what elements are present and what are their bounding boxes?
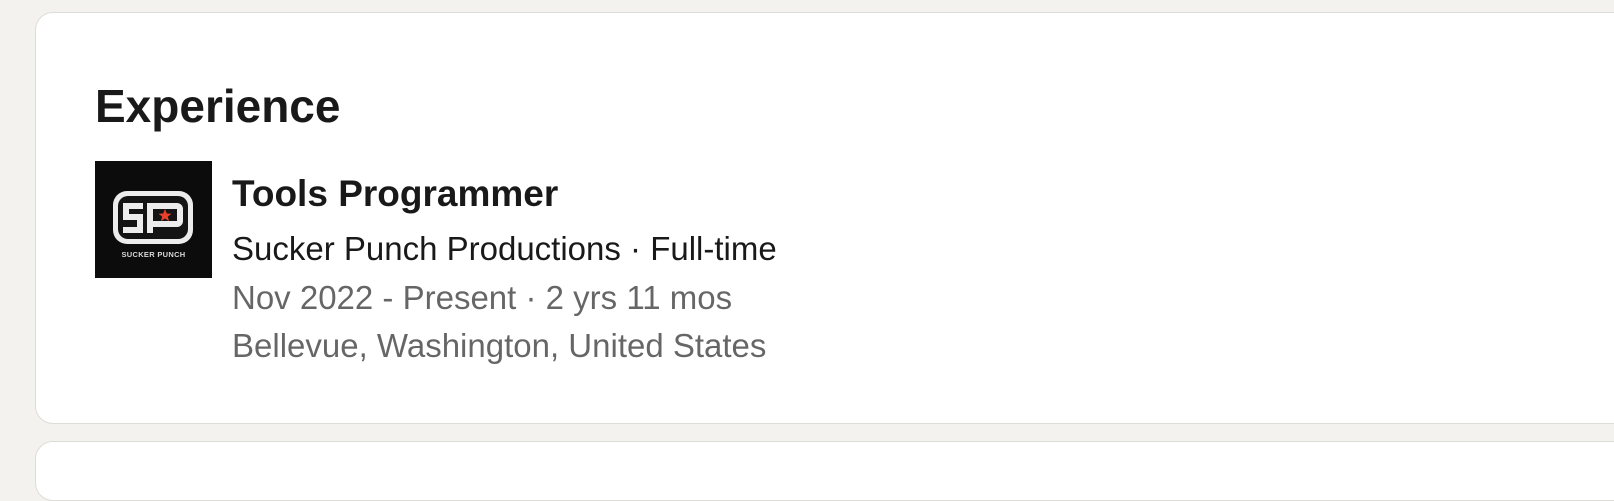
experience-details: Tools Programmer Sucker Punch Production… <box>232 167 777 368</box>
separator: · <box>620 230 651 267</box>
employment-type: Full-time <box>650 230 777 267</box>
job-title[interactable]: Tools Programmer <box>232 171 777 217</box>
date-range: Nov 2022 - Present <box>232 279 517 316</box>
company-logo[interactable]: SUCKER PUNCH <box>95 161 212 278</box>
logo-caption: SUCKER PUNCH <box>121 250 185 259</box>
duration: 2 yrs 11 mos <box>545 279 733 316</box>
experience-item: SUCKER PUNCH Tools Programmer Sucker Pun… <box>95 161 777 368</box>
company-name: Sucker Punch Productions <box>232 230 621 267</box>
experience-card: Experience SUCKER PUNCH Tools Programmer… <box>35 12 1614 424</box>
location: Bellevue, Washington, United States <box>232 327 767 364</box>
section-title: Experience <box>95 80 341 132</box>
separator: · <box>516 279 546 316</box>
sucker-punch-logo-icon: SUCKER PUNCH <box>95 161 212 278</box>
next-section-card <box>35 441 1614 501</box>
date-range-line: Nov 2022 - Present · 2 yrs 11 mos <box>232 276 777 320</box>
company-line: Sucker Punch Productions · Full-time <box>232 227 777 271</box>
